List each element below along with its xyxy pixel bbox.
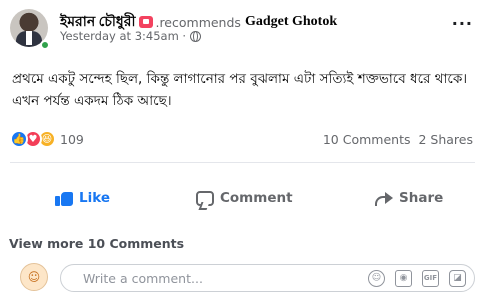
post-meta: Yesterday at 3:45am · [60, 29, 202, 43]
view-more-comments-link[interactable]: View more 10 Comments [9, 236, 184, 251]
comment-tools: ☺ ◉ GIF ◪ [358, 270, 466, 287]
post-body-text: প্রথমে একটু সন্দেহ ছিল, কিন্তু লাগানোর প… [12, 71, 468, 109]
post-action-bar: Like Comment Share [0, 180, 485, 224]
comments-count-link[interactable]: 10 Comments [323, 132, 411, 147]
comment-input[interactable]: Write a comment... ☺ ◉ GIF ◪ [60, 264, 475, 292]
share-button-label: Share [399, 190, 444, 206]
recommendation-icon [139, 16, 154, 28]
globe-icon [190, 30, 202, 42]
gif-icon[interactable]: GIF [422, 270, 439, 287]
more-options-icon[interactable]: ... [452, 12, 473, 28]
comment-placeholder: Write a comment... [83, 271, 203, 286]
like-button[interactable]: Like [55, 190, 110, 206]
camera-icon[interactable]: ◉ [395, 270, 412, 287]
online-status-dot [40, 40, 50, 50]
share-arrow-icon [375, 191, 393, 206]
engagement-stats: 10 Comments 2 Shares [319, 132, 473, 147]
reactions-summary[interactable]: 👍 ♥ 😆 109 [10, 130, 84, 148]
comment-button-label: Comment [220, 190, 293, 206]
emoji-icon[interactable]: ☺ [368, 270, 385, 287]
divider [10, 162, 475, 163]
avatar-shirt [26, 31, 32, 45]
comment-bubble-icon [196, 190, 214, 206]
post-header: ইমরান চৌধুরী .recommends Gadget Ghotok Y… [0, 0, 485, 52]
recommends-text: .recommends [155, 14, 241, 30]
comment-button[interactable]: Comment [196, 190, 293, 206]
page-name-link[interactable]: Gadget Ghotok [245, 14, 337, 30]
comment-composer: ☺ Write a comment... ☺ ◉ GIF ◪ [0, 262, 485, 298]
like-button-label: Like [79, 190, 111, 206]
share-button[interactable]: Share [375, 190, 443, 206]
like-reaction-icon: 👍 [10, 130, 28, 148]
thumbs-up-icon [55, 190, 73, 206]
sticker-icon[interactable]: ◪ [449, 270, 466, 287]
post-timestamp[interactable]: Yesterday at 3:45am · [60, 29, 186, 43]
shares-count-link[interactable]: 2 Shares [418, 132, 473, 147]
reaction-count[interactable]: 109 [60, 132, 84, 147]
my-avatar: ☺ [20, 263, 48, 291]
